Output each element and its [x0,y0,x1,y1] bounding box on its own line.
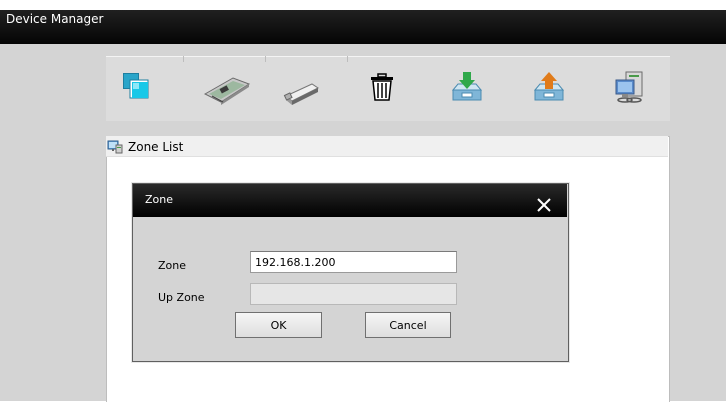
zone-input[interactable] [250,251,457,273]
close-icon[interactable] [534,195,554,215]
app-title: Device Manager [6,12,104,26]
cancel-button[interactable]: Cancel [365,312,451,338]
toolbar-separator [265,56,266,62]
up-zone-input[interactable] [250,283,457,305]
dialog-title: Zone [145,193,174,206]
up-zone-label: Up Zone [158,291,205,304]
usb-device-icon[interactable] [282,74,322,108]
zone-label: Zone [158,259,187,272]
export-icon[interactable] [532,70,566,104]
delete-icon[interactable] [365,70,399,104]
toolbar-separator [183,56,184,62]
dialog-title-bar[interactable] [133,184,567,217]
network-computer-icon[interactable] [612,70,646,104]
window-top-strip [0,0,726,10]
ok-button[interactable]: OK [235,312,322,338]
app-title-bar [0,10,726,44]
toolbar-separator [347,56,348,62]
zone-list-icon [107,140,123,154]
zone-list-title: Zone List [128,140,184,154]
zone-list-header [106,136,668,157]
copy-zone-icon[interactable] [120,70,154,104]
import-icon[interactable] [450,70,484,104]
network-card-icon[interactable] [203,72,251,106]
